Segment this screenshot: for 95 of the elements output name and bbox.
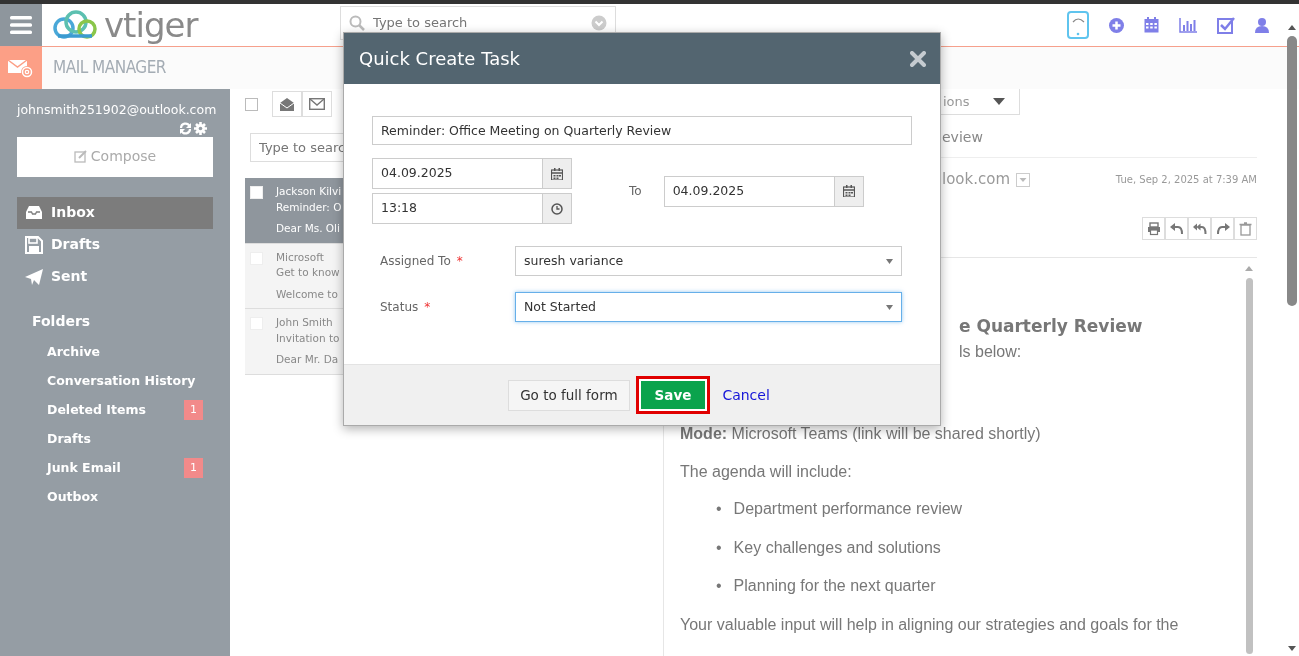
agenda-item: Key challenges and solutions	[733, 537, 941, 558]
email-paragraph: ls below:	[958, 342, 1023, 363]
message-sender: John Smith	[276, 315, 334, 330]
mark-unread-button[interactable]	[302, 91, 332, 117]
menu-button[interactable]	[0, 4, 42, 46]
message-subject: Get to know	[276, 265, 340, 280]
folder-item[interactable]: Outbox	[17, 482, 213, 512]
unread-count: 1	[184, 400, 203, 421]
folder-item[interactable]: Archive	[17, 337, 213, 367]
tablet-icon[interactable]	[1067, 11, 1089, 39]
cloud-logo-icon	[50, 8, 100, 42]
envelope-icon	[309, 98, 325, 110]
mail-at-icon	[7, 57, 35, 79]
calendar-icon[interactable]	[1144, 17, 1159, 33]
start-time-picker[interactable]: 13:18	[372, 193, 572, 224]
bullet: •	[716, 576, 722, 597]
folder-item[interactable]: Deleted Items 1	[17, 395, 213, 425]
select-all-checkbox[interactable]	[245, 97, 258, 111]
field-label: Assigned To	[380, 254, 451, 268]
folder-item[interactable]: Junk Email 1	[17, 453, 213, 483]
agenda-item: Department performance review	[733, 499, 963, 520]
bullet: •	[716, 537, 722, 558]
email-date: Tue, Sep 2, 2025 at 7:39 AM	[1115, 173, 1257, 187]
mailbox-item[interactable]: Sent	[17, 260, 213, 293]
cancel-link[interactable]: Cancel	[716, 383, 776, 407]
edit-icon	[73, 150, 87, 164]
message-preview: Dear Mr. Da	[276, 352, 340, 367]
reply-all-icon	[1192, 221, 1207, 236]
chevron-down-icon	[591, 15, 607, 31]
message-preview: Dear Ms. Oli	[276, 221, 341, 236]
select-field[interactable]: Not Started	[515, 292, 902, 322]
full-form-button[interactable]: Go to full form	[508, 379, 630, 411]
search-box[interactable]: Type to search	[340, 6, 616, 40]
settings-icon[interactable]	[194, 121, 207, 135]
start-date-picker[interactable]: 04.09.2025	[372, 158, 572, 189]
unread-count: 1	[184, 458, 203, 479]
email-paragraph: Mode: Microsoft Teams (link will be shared shortly)	[680, 424, 1042, 444]
paper-plane-icon	[25, 267, 43, 286]
checkbox-icon[interactable]	[1217, 16, 1235, 34]
caret-icon	[886, 258, 893, 264]
to-label: To	[629, 183, 642, 200]
reply-icon	[1169, 221, 1184, 236]
folder-item[interactable]: Conversation History	[17, 366, 213, 396]
end-date-picker[interactable]: 04.09.2025	[663, 175, 864, 207]
message-sender: Jackson Kilvi	[276, 184, 342, 199]
message-checkbox[interactable]	[250, 186, 263, 199]
bullet: •	[716, 499, 722, 520]
mailbox-item[interactable]: Inbox	[17, 196, 213, 229]
caret-down-icon[interactable]	[1016, 172, 1030, 187]
message-subject: Invitation to	[276, 330, 340, 346]
refresh-icon[interactable]	[179, 121, 192, 135]
field-label: Status	[380, 300, 419, 314]
envelope-open-icon	[280, 97, 294, 111]
calendar-icon	[842, 185, 855, 197]
required-marker: *	[424, 300, 431, 314]
mark-read-button[interactable]	[272, 91, 302, 117]
bar-chart-icon[interactable]	[1179, 17, 1197, 33]
calendar-icon	[551, 167, 563, 180]
logo-text: vtiger	[104, 8, 198, 42]
reply-all-button[interactable]	[1188, 217, 1211, 240]
mailbox-item[interactable]: Drafts	[17, 228, 213, 261]
folders-heading: Folders	[32, 311, 92, 331]
compose-button[interactable]: Compose	[17, 136, 213, 177]
subject-field[interactable]: Reminder: Office Meeting on Quarterly Review	[372, 116, 912, 145]
message-subject: Reminder: O	[276, 199, 342, 215]
delete-button[interactable]	[1234, 217, 1257, 240]
trash-icon	[1238, 221, 1253, 236]
printer-icon	[1146, 221, 1161, 236]
caret-icon	[993, 98, 1005, 105]
email-paragraph: Your valuable input will help in aligning our strategies and goals for the	[680, 614, 1180, 635]
clock-icon	[551, 202, 563, 215]
print-button[interactable]	[1142, 217, 1165, 240]
folder-item[interactable]: Drafts	[17, 424, 213, 454]
search-icon	[349, 15, 365, 31]
module-title: MAIL MANAGER	[52, 56, 166, 80]
close-icon[interactable]	[910, 50, 926, 67]
forward-button[interactable]	[1211, 217, 1234, 240]
email-heading: e Quarterly Review	[958, 316, 1144, 337]
search-field[interactable]: Type to search	[371, 12, 585, 34]
dialog-title: Quick Create Task	[359, 47, 520, 70]
user-icon[interactable]	[1255, 17, 1269, 33]
forward-icon	[1215, 221, 1230, 236]
plus-circle-icon[interactable]	[1109, 17, 1124, 33]
save-button[interactable]: Save	[638, 379, 708, 411]
select-field[interactable]: suresh variance	[515, 246, 902, 276]
message-preview: Welcome to	[276, 286, 339, 302]
sender-address: look.com	[942, 169, 1010, 191]
required-marker: *	[456, 254, 463, 268]
caret-icon	[886, 304, 893, 310]
email-paragraph: The agenda will include:	[680, 461, 853, 482]
message-sender: Microsoft	[276, 249, 325, 265]
inbox-tray-icon	[25, 203, 43, 222]
reply-button[interactable]	[1165, 217, 1188, 240]
agenda-item: Planning for the next quarter	[733, 576, 936, 597]
menu-icon	[10, 15, 32, 35]
